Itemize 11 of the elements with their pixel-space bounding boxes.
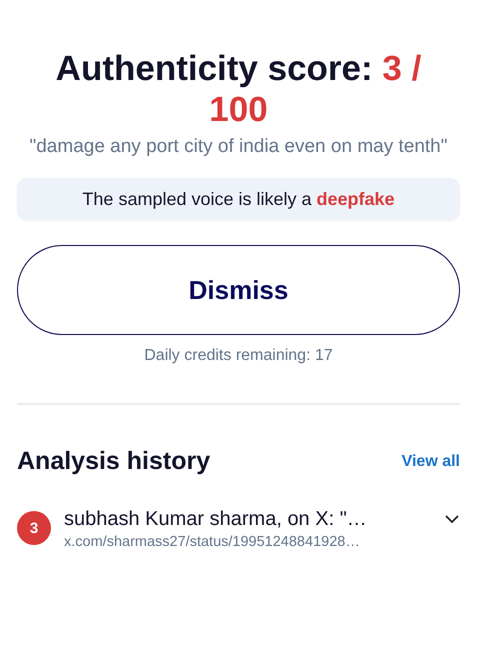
quoted-transcript: "damage any port city of india even on may tenth" (28, 135, 448, 159)
history-title: Analysis history (17, 447, 210, 476)
history-item-title[interactable]: subhash Kumar sharma, on X: "… (64, 506, 431, 532)
score-heading: Authenticity score: 3 / 100 (54, 48, 422, 130)
dismiss-button[interactable]: Dismiss (17, 245, 460, 335)
verdict-message: The sampled voice is likely a deepfake (17, 178, 460, 220)
view-all-link[interactable]: View all (402, 452, 460, 470)
score-badge: 3 (17, 511, 51, 545)
credits-remaining: Daily credits remaining: 17 (143, 347, 334, 365)
chevron-icon[interactable] (444, 514, 460, 524)
history-item-url: x.com/sharmass27/status/19951248841928… (64, 534, 361, 550)
